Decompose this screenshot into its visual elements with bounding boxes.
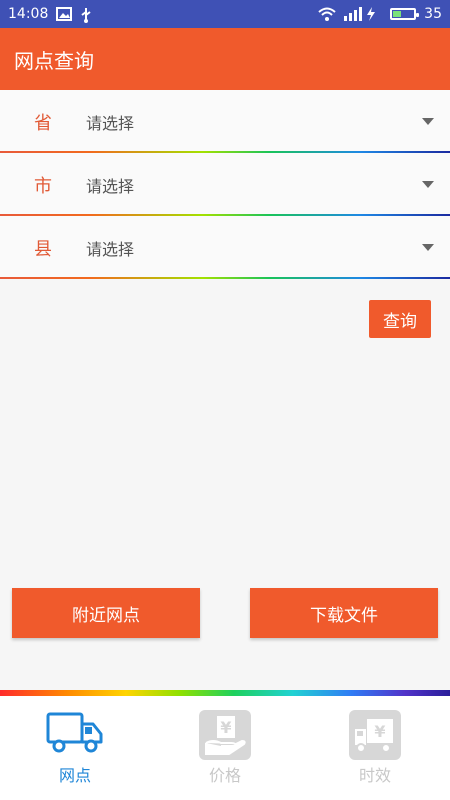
bottom-nav: 网点 ¥ 价格 ¥ 时效 [0, 696, 450, 800]
dropdown-arrow-icon[interactable] [406, 181, 450, 188]
page-title: 网点查询 [14, 48, 94, 73]
province-label: 省 [34, 112, 52, 134]
province-value[interactable]: 请选择 [86, 110, 406, 134]
nav-label-timeliness: 时效 [358, 766, 391, 785]
nav-label-price: 价格 [208, 766, 241, 785]
svg-text:¥: ¥ [220, 718, 231, 737]
county-value[interactable]: 请选择 [86, 236, 406, 260]
svg-text:¥: ¥ [374, 722, 385, 741]
delivery-time-icon: ¥ [349, 710, 401, 760]
battery-icon [390, 8, 420, 20]
nav-item-outlets[interactable]: 网点 [0, 696, 150, 800]
dropdown-arrow-icon[interactable] [406, 118, 450, 125]
charging-icon [366, 7, 382, 21]
city-label: 市 [34, 175, 52, 197]
status-bar: 14:08 35 [0, 0, 450, 28]
nav-label-outlets: 网点 [58, 766, 91, 785]
nav-item-timeliness[interactable]: ¥ 时效 [300, 696, 450, 800]
city-select[interactable]: 市 请选择 [0, 153, 450, 216]
app-bar: 网点查询 [0, 28, 450, 90]
usb-icon [80, 7, 96, 23]
province-select[interactable]: 省 请选择 [0, 90, 450, 153]
wifi-icon [318, 7, 336, 21]
city-value[interactable]: 请选择 [86, 173, 406, 197]
nearby-outlets-button[interactable]: 附近网点 [12, 588, 200, 638]
image-notification-icon [56, 7, 73, 21]
query-button[interactable]: 查询 [369, 300, 431, 338]
dropdown-arrow-icon[interactable] [406, 244, 450, 251]
county-label: 县 [34, 238, 52, 260]
nav-item-price[interactable]: ¥ 价格 [150, 696, 300, 800]
price-hand-icon: ¥ [199, 710, 251, 760]
county-select[interactable]: 县 请选择 [0, 216, 450, 279]
battery-level: 35 [424, 6, 442, 22]
download-file-button[interactable]: 下载文件 [250, 588, 438, 638]
truck-icon [45, 710, 105, 760]
status-time: 14:08 [8, 6, 49, 22]
region-form: 省 请选择 市 请选择 县 请选择 [0, 90, 450, 279]
row-divider [0, 277, 450, 279]
signal-icon [342, 7, 363, 21]
